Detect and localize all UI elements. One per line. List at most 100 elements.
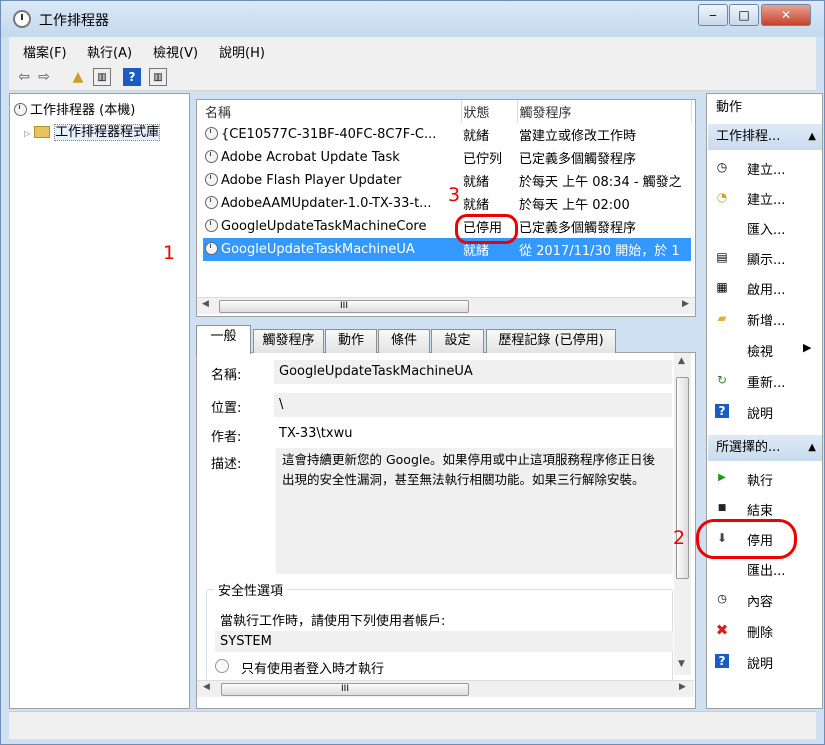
action-label: 匯入... — [747, 223, 786, 238]
action-label: 刪除 — [747, 626, 774, 641]
action-label: 啟用... — [747, 283, 786, 298]
task-name: Adobe Acrobat Update Task — [221, 150, 400, 165]
scroll-down-icon[interactable]: ▼ — [678, 659, 685, 669]
console-tree-panel: 工作排程器 (本機) ▷ 工作排程器程式庫 — [9, 93, 190, 709]
menu-view[interactable]: 檢視(V) — [153, 42, 198, 61]
scroll-left-icon[interactable]: ◀ — [202, 299, 209, 309]
action-refresh[interactable]: ↻ 重新... — [711, 369, 821, 393]
task-name: GoogleUpdateTaskMachineCore — [221, 219, 427, 234]
task-list-hscrollbar[interactable]: ◀ III ▶ — [197, 297, 695, 314]
task-scheduler-app-icon — [13, 10, 31, 28]
task-trigger: 於每天 上午 08:34 - 觸發之 — [519, 175, 682, 190]
help-icon[interactable]: ? — [123, 68, 141, 86]
annotation-highlight-disabled-status — [455, 214, 518, 244]
table-row[interactable]: Adobe Flash Player Updater 就緒 於每天 上午 08:… — [203, 169, 691, 192]
maximize-button[interactable]: □ — [729, 4, 759, 26]
detail-vscrollbar[interactable]: ▲ ▼ — [674, 353, 691, 675]
action-delete[interactable]: ✖ 刪除 — [711, 619, 821, 643]
action-end[interactable]: ■ 結束 — [711, 497, 821, 521]
forward-arrow-icon[interactable]: ⇨ — [35, 68, 53, 86]
table-row-selected[interactable]: GoogleUpdateTaskMachineUA 就緒 從 2017/11/3… — [203, 238, 691, 261]
tab-history[interactable]: 歷程記錄 (已停用) — [486, 329, 616, 353]
new-folder-icon: ▰ — [717, 311, 727, 325]
action-label: 內容 — [747, 595, 774, 610]
section-library-label: 工作排程... — [716, 129, 781, 144]
tab-conditions[interactable]: 條件 — [378, 329, 430, 353]
tab-settings[interactable]: 設定 — [431, 329, 484, 353]
collapse-icon[interactable]: ▲ — [808, 435, 816, 461]
security-prompt: 當執行工作時，請使用下列使用者帳戶: — [220, 614, 446, 629]
scroll-right-icon[interactable]: ▶ — [682, 299, 689, 309]
name-field[interactable]: GoogleUpdateTaskMachineUA — [274, 360, 672, 384]
menu-action[interactable]: 執行(A) — [87, 42, 132, 61]
action-view[interactable]: 檢視 ▶ — [711, 338, 821, 362]
task-trigger: 於每天 上午 02:00 — [519, 198, 630, 213]
action-label: 顯示... — [747, 253, 786, 268]
menu-help[interactable]: 說明(H) — [219, 42, 265, 61]
tree-library[interactable]: ▷ 工作排程器程式庫 — [24, 121, 161, 141]
table-row[interactable]: AdobeAAMUpdater-1.0-TX-33-t... 就緒 於每天 上午… — [203, 192, 691, 215]
action-help-selected[interactable]: ? 說明 — [711, 650, 821, 674]
action-create-task[interactable]: ◔ 建立... — [711, 186, 821, 210]
actions-section-selected[interactable]: 所選擇的... ▲ — [708, 435, 822, 461]
action-properties[interactable]: ◷ 內容 — [711, 588, 821, 612]
menu-file[interactable]: 檔案(F) — [23, 42, 67, 61]
properties-icon: ◷ — [717, 592, 727, 605]
tree-root[interactable]: 工作排程器 (本機) — [14, 99, 135, 118]
folder-icon — [34, 126, 51, 138]
action-enable[interactable]: ▦ 啟用... — [711, 276, 821, 300]
table-row[interactable]: Adobe Acrobat Update Task 已佇列 已定義多個觸發程序 — [203, 146, 691, 169]
actions-section-library[interactable]: 工作排程... ▲ — [708, 124, 822, 150]
action-create-basic-task[interactable]: ◷ 建立... — [711, 156, 821, 180]
task-status: 就緒 — [463, 175, 490, 190]
author-field[interactable]: TX-33\txwu — [274, 422, 672, 446]
up-folder-icon[interactable]: ▲ — [69, 68, 87, 86]
task-icon — [205, 127, 218, 140]
back-arrow-icon[interactable]: ⇦ — [15, 68, 33, 86]
title-bar[interactable]: 工作排程器 ‒ □ ✕ — [1, 1, 824, 37]
tab-actions[interactable]: 動作 — [325, 329, 377, 353]
action-label: 說明 — [747, 657, 774, 672]
task-status: 就緒 — [463, 129, 490, 144]
radio-only-logged-on[interactable] — [215, 659, 229, 673]
column-header-name[interactable]: 名稱 — [203, 100, 462, 123]
show-hide-action-pane-icon[interactable]: ▥ — [149, 68, 167, 86]
task-icon — [205, 196, 218, 209]
create-basic-task-icon: ◷ — [716, 160, 728, 174]
hscroll-thumb[interactable]: III — [221, 683, 469, 696]
end-icon: ■ — [717, 503, 727, 513]
author-label: 作者: — [211, 430, 242, 445]
column-header-trigger[interactable]: 觸發程序 — [517, 100, 692, 123]
tree-root-label: 工作排程器 (本機) — [30, 103, 136, 118]
tab-triggers[interactable]: 觸發程序 — [253, 329, 324, 353]
scroll-right-icon[interactable]: ▶ — [679, 682, 686, 692]
show-hide-console-tree-icon[interactable]: ▥ — [93, 68, 111, 86]
scroll-left-icon[interactable]: ◀ — [203, 682, 210, 692]
action-run[interactable]: ▶ 執行 — [711, 467, 821, 491]
scroll-up-icon[interactable]: ▲ — [678, 356, 685, 366]
detail-hscrollbar[interactable]: ◀ III ▶ — [197, 680, 694, 697]
task-trigger: 當建立或修改工作時 — [519, 129, 637, 144]
tab-general[interactable]: 一般 — [196, 325, 251, 354]
security-account-field[interactable]: SYSTEM — [215, 631, 673, 652]
location-field[interactable]: \ — [274, 393, 672, 417]
table-row[interactable]: GoogleUpdateTaskMachineCore 已停用 已定義多個觸發程… — [203, 215, 691, 238]
task-name: AdobeAAMUpdater-1.0-TX-33-t... — [221, 196, 432, 211]
close-button[interactable]: ✕ — [761, 4, 811, 26]
action-export[interactable]: 匯出... — [711, 557, 821, 581]
description-field[interactable]: 這會持續更新您的 Google。如果停用或中止這項服務程序修正日後出現的安全性漏… — [276, 448, 673, 574]
tree-library-label: 工作排程器程式庫 — [54, 124, 161, 141]
submenu-arrow-icon: ▶ — [803, 341, 812, 354]
task-icon — [205, 173, 218, 186]
collapse-icon[interactable]: ▲ — [808, 124, 816, 150]
table-row[interactable]: {CE10577C-31BF-40FC-8C7F-C... 就緒 當建立或修改工… — [203, 123, 691, 146]
hscroll-thumb[interactable]: III — [219, 300, 469, 313]
action-help[interactable]: ? 說明 — [711, 400, 821, 424]
action-display[interactable]: ▤ 顯示... — [711, 246, 821, 270]
action-new-folder[interactable]: ▰ 新增... — [711, 307, 821, 331]
column-header-status[interactable]: 狀態 — [461, 100, 518, 123]
minimize-button[interactable]: ‒ — [698, 4, 728, 26]
action-import[interactable]: 匯入... — [711, 216, 821, 240]
expand-arrow-icon[interactable]: ▷ — [24, 129, 30, 138]
help-icon: ? — [715, 654, 729, 668]
